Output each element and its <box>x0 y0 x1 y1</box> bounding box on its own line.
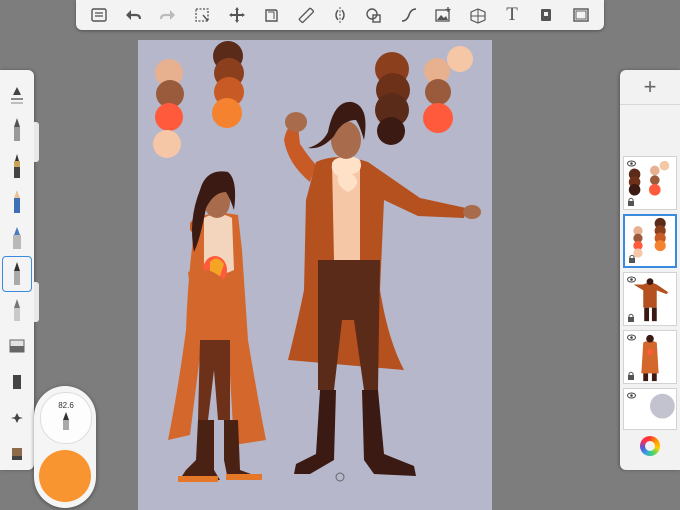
pen-icon <box>14 154 20 178</box>
artwork <box>153 41 481 482</box>
text-tool-icon: T <box>506 4 518 25</box>
layer-right-character[interactable] <box>623 272 677 326</box>
brush-block[interactable] <box>0 364 34 400</box>
ruler-icon <box>298 7 314 24</box>
brush-adjust-icon <box>11 87 23 104</box>
select-button[interactable] <box>189 3 215 27</box>
image-button[interactable] <box>430 3 456 27</box>
brush-size-control[interactable]: 82.6 <box>40 392 92 444</box>
layer-background[interactable] <box>623 388 677 430</box>
eye-icon[interactable] <box>627 333 636 342</box>
curve-icon <box>401 8 416 22</box>
brush-pencil[interactable] <box>0 184 34 220</box>
eraser-icon <box>9 339 25 353</box>
shapes-button[interactable] <box>361 3 387 27</box>
fullscreen-icon <box>573 8 589 22</box>
airbrush-icon <box>14 118 20 141</box>
copic-button[interactable] <box>533 3 559 27</box>
undo-button[interactable] <box>120 3 146 27</box>
image-icon <box>435 7 451 22</box>
marker-icon <box>13 227 21 249</box>
add-layer-button[interactable]: + <box>620 70 680 105</box>
list-icon <box>91 8 107 22</box>
brush-splatter[interactable] <box>0 400 34 436</box>
brush-puck[interactable]: 82.6 <box>34 386 96 508</box>
brush-color-swatch[interactable] <box>39 450 91 502</box>
brush-adjust-button[interactable] <box>0 76 34 112</box>
texture-brush-icon <box>12 448 22 460</box>
list-button[interactable] <box>86 3 112 27</box>
brush-pen[interactable] <box>0 148 34 184</box>
perspective-icon <box>470 8 486 24</box>
layer-palette-selected[interactable] <box>623 214 677 268</box>
layer-swatches[interactable] <box>623 156 677 210</box>
brush-size-value: 82.6 <box>58 401 74 410</box>
layers-panel: + <box>620 70 680 470</box>
select-icon <box>195 8 209 22</box>
color-swatches <box>153 41 473 158</box>
color-wheel-icon[interactable] <box>640 436 660 456</box>
brush-inking-selected[interactable] <box>2 256 32 292</box>
curve-button[interactable] <box>396 3 422 27</box>
lock-icon[interactable] <box>627 313 635 322</box>
undo-icon <box>126 10 142 20</box>
splatter-icon <box>11 413 23 423</box>
eye-icon[interactable] <box>627 159 636 168</box>
copic-icon <box>541 9 552 21</box>
inking-brush-icon <box>14 262 20 285</box>
right-character <box>284 101 481 476</box>
perspective-button[interactable] <box>465 3 491 27</box>
fullscreen-button[interactable] <box>568 3 594 27</box>
redo-icon <box>159 10 175 20</box>
eye-icon[interactable] <box>627 275 636 284</box>
brush-soft[interactable] <box>0 292 34 328</box>
left-panel-handle[interactable] <box>34 122 39 162</box>
brush-marker[interactable] <box>0 220 34 256</box>
brush-library-panel <box>0 70 34 470</box>
lock-icon[interactable] <box>627 197 635 206</box>
eye-icon[interactable] <box>627 391 636 400</box>
drawing-canvas[interactable] <box>138 40 492 510</box>
shapes-icon <box>366 8 382 23</box>
layer-left-character[interactable] <box>623 330 677 384</box>
left-character <box>168 171 266 482</box>
brush-eraser[interactable] <box>0 328 34 364</box>
lock-icon[interactable] <box>627 371 635 380</box>
redo-button[interactable] <box>155 3 181 27</box>
block-brush-icon <box>13 375 21 389</box>
transform-button[interactable] <box>258 3 284 27</box>
symmetry-icon <box>335 7 345 23</box>
pencil-icon <box>14 190 20 213</box>
top-toolbar: T <box>76 0 604 30</box>
brush-texture[interactable] <box>0 436 34 472</box>
transform-icon <box>265 9 278 22</box>
brush-tip-icon <box>63 412 69 430</box>
symmetry-button[interactable] <box>327 3 353 27</box>
move-icon <box>228 7 245 23</box>
brush-airbrush[interactable] <box>0 112 34 148</box>
soft-brush-icon <box>14 299 20 321</box>
ruler-button[interactable] <box>293 3 319 27</box>
lock-icon[interactable] <box>628 254 636 263</box>
move-button[interactable] <box>224 3 250 27</box>
left-panel-handle-lower[interactable] <box>34 282 39 322</box>
text-tool-button[interactable]: T <box>499 3 525 27</box>
